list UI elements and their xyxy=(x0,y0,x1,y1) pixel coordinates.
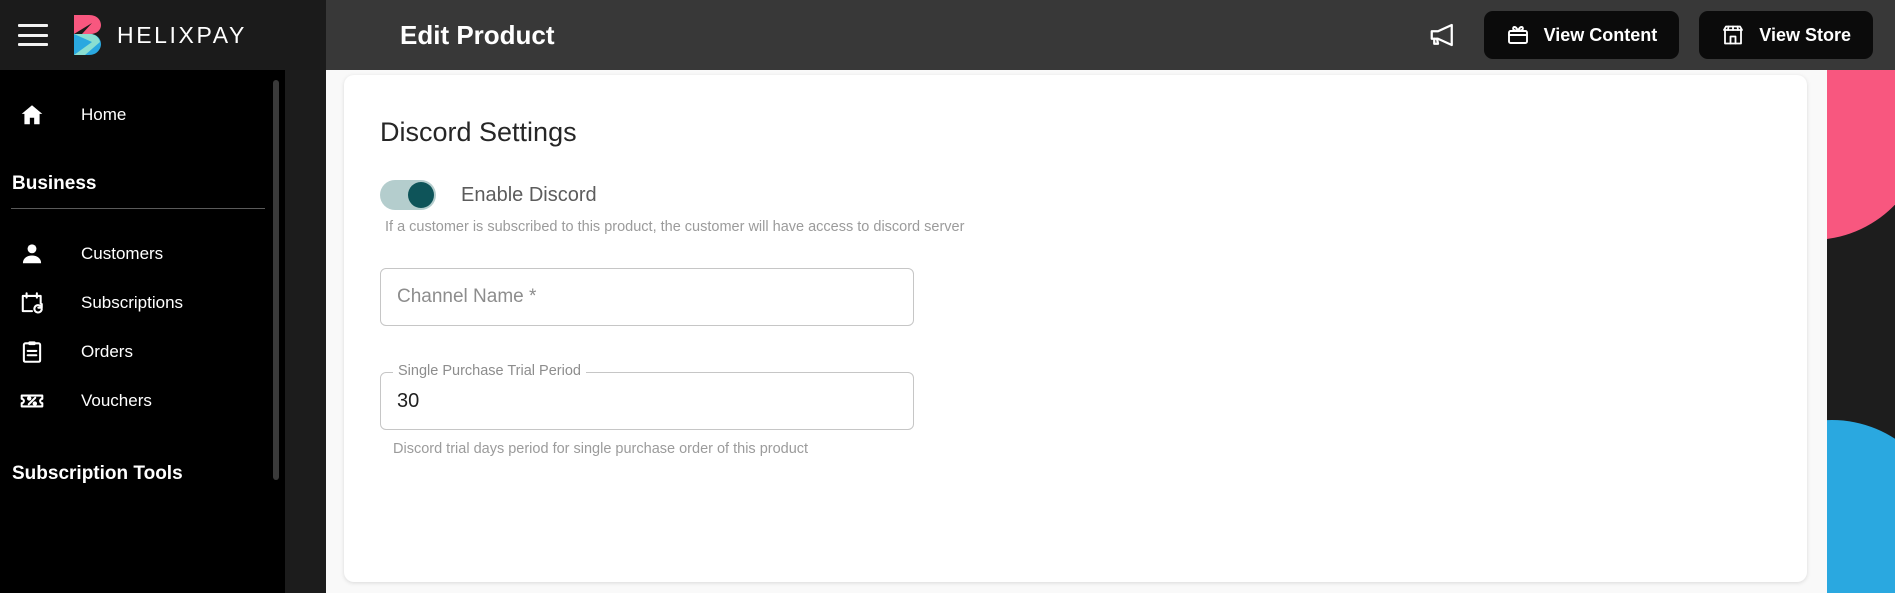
app-root: HELIXPAY Edit Product View Content View … xyxy=(0,0,1895,593)
sidebar-item-label: Orders xyxy=(81,341,133,361)
section-title: Discord Settings xyxy=(380,117,577,147)
sidebar-item-orders[interactable]: Orders xyxy=(0,327,285,376)
sidebar-section-business: Business xyxy=(12,173,97,194)
enable-discord-help-text: If a customer is subscribed to this prod… xyxy=(385,219,965,235)
channel-name-field xyxy=(380,268,1807,326)
brand-area: HELIXPAY xyxy=(0,0,326,70)
content-area: Discord Settings Enable Discord If a cus… xyxy=(326,70,1827,593)
trial-period-label: Single Purchase Trial Period xyxy=(393,363,586,379)
view-store-button[interactable]: View Store xyxy=(1699,11,1873,59)
brand-logo[interactable]: HELIXPAY xyxy=(70,14,247,56)
enable-discord-toggle[interactable] xyxy=(380,180,436,210)
brand-name: HELIXPAY xyxy=(117,21,247,48)
discord-settings-card: Discord Settings Enable Discord If a cus… xyxy=(344,75,1807,582)
page-title: Edit Product xyxy=(400,19,555,50)
sidebar-item-label: Subscriptions xyxy=(81,292,184,312)
enable-discord-label: Enable Discord xyxy=(461,183,597,206)
sidebar-item-home[interactable]: Home xyxy=(0,90,285,139)
sidebar-item-label: Home xyxy=(81,104,127,124)
calendar-sync-icon xyxy=(17,290,47,316)
clipboard-list-icon xyxy=(17,339,47,365)
megaphone-icon[interactable] xyxy=(1422,14,1464,56)
view-content-button[interactable]: View Content xyxy=(1483,11,1680,59)
sidebar-item-customers[interactable]: Customers xyxy=(0,229,285,278)
channel-name-input[interactable] xyxy=(380,268,914,326)
enable-discord-row: Enable Discord xyxy=(380,180,1807,210)
view-content-label: View Content xyxy=(1543,24,1658,45)
person-icon xyxy=(17,241,47,267)
sidebar-item-label: Customers xyxy=(81,243,164,263)
trial-period-field: Single Purchase Trial Period xyxy=(380,363,914,430)
hamburger-menu-icon[interactable] xyxy=(18,24,48,46)
sidebar-scrollbar[interactable] xyxy=(273,80,279,480)
sidebar-item-subscriptions[interactable]: Subscriptions xyxy=(0,278,285,327)
topbar-actions: View Content View Store xyxy=(1422,0,1873,70)
view-store-label: View Store xyxy=(1759,24,1851,45)
decor-circle-blue xyxy=(1827,420,1895,593)
sidebar-item-vouchers[interactable]: Vouchers xyxy=(0,376,285,425)
trial-period-input[interactable] xyxy=(380,372,914,430)
sidebar-item-label: Vouchers xyxy=(81,390,152,410)
helixpay-logo-icon xyxy=(70,14,104,56)
ticket-percent-icon xyxy=(17,388,47,414)
card-giftcard-icon xyxy=(1506,23,1530,47)
toggle-knob xyxy=(408,182,434,208)
trial-period-help-text: Discord trial days period for single pur… xyxy=(393,441,809,457)
sidebar-section-subscription-tools: Subscription Tools xyxy=(12,463,183,484)
sidebar-nav[interactable]: Home Business Customers Subscriptions Or… xyxy=(0,70,285,593)
decorative-side-panel xyxy=(1827,0,1895,593)
storefront-icon xyxy=(1721,23,1745,47)
home-icon xyxy=(17,102,47,128)
top-bar: HELIXPAY Edit Product View Content View … xyxy=(0,0,1895,70)
